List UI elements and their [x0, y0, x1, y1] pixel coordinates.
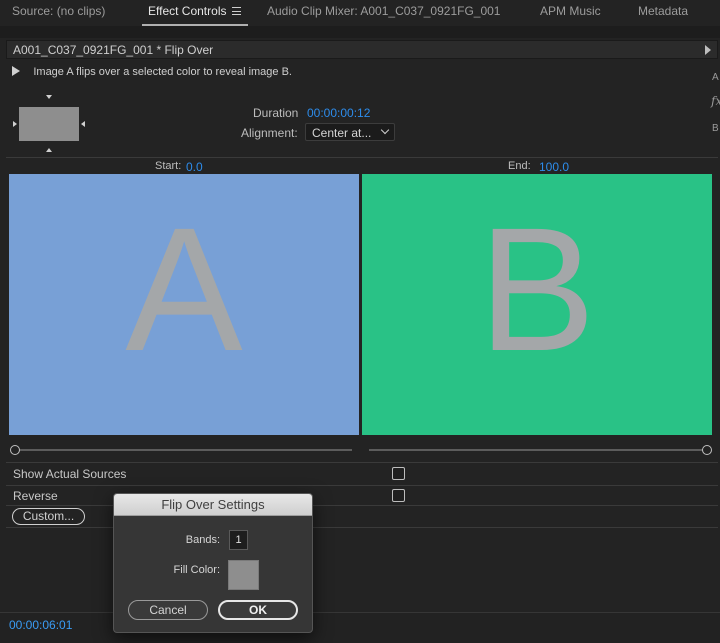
effect-description: Image A flips over a selected color to r… — [33, 66, 292, 78]
bands-input[interactable]: 1 — [229, 530, 248, 550]
duration-value[interactable]: 00:00:00:12 — [307, 106, 370, 120]
ok-button[interactable]: OK — [218, 600, 298, 620]
preview-start-image: A — [9, 174, 359, 435]
timeline-footer: 00:00:06:01 — [0, 612, 720, 643]
side-label-a: A — [712, 72, 719, 83]
current-timecode[interactable]: 00:00:06:01 — [9, 618, 72, 632]
active-tab-indicator — [142, 24, 248, 26]
show-actual-sources-checkbox[interactable] — [392, 467, 405, 480]
preview-end-image: B — [362, 174, 712, 435]
preview-a-letter: A — [125, 192, 243, 388]
panel-tab-bar: Source: (no clips) Effect Controls Audio… — [0, 0, 720, 26]
effect-description-row: Image A flips over a selected color to r… — [12, 64, 292, 78]
reverse-label: Reverse — [13, 489, 58, 503]
edge-selector-thumbnail — [19, 107, 79, 141]
panel-menu-icon[interactable] — [232, 6, 242, 15]
bands-label: Bands: — [185, 534, 220, 546]
tab-source[interactable]: Source: (no clips) — [12, 4, 105, 18]
clip-effect-title: A001_C037_0921FG_001 * Flip Over — [13, 43, 214, 57]
tab-audio-clip-mixer[interactable]: Audio Clip Mixer: A001_C037_0921FG_001 — [267, 4, 500, 18]
show-actual-sources-label: Show Actual Sources — [13, 467, 127, 481]
tab-apm-music[interactable]: APM Music — [540, 4, 601, 18]
expand-arrow-icon[interactable] — [705, 45, 711, 55]
tab-effect-controls[interactable]: Effect Controls — [148, 4, 242, 18]
fill-color-swatch[interactable] — [228, 560, 259, 590]
end-slider-track[interactable] — [369, 449, 703, 451]
start-value[interactable]: 0.0 — [186, 160, 203, 174]
reverse-checkbox[interactable] — [392, 489, 405, 502]
edge-selector-left-icon[interactable] — [13, 121, 17, 127]
fill-color-label: Fill Color: — [173, 564, 220, 576]
alignment-label: Alignment: — [241, 126, 298, 140]
divider — [6, 157, 718, 158]
cancel-button[interactable]: Cancel — [128, 600, 208, 620]
divider — [6, 462, 718, 463]
duration-label: Duration — [253, 106, 299, 120]
start-slider-handle[interactable] — [10, 445, 20, 455]
clip-effect-header: A001_C037_0921FG_001 * Flip Over — [6, 40, 718, 59]
edge-selector-bottom-icon[interactable] — [46, 148, 52, 152]
dialog-title: Flip Over Settings — [114, 494, 312, 516]
flip-over-settings-dialog: Flip Over Settings Bands: 1 Fill Color: … — [113, 493, 313, 633]
start-slider-track[interactable] — [18, 449, 352, 451]
end-label: End: — [508, 160, 531, 172]
end-value[interactable]: 100.0 — [539, 160, 569, 174]
play-preview-icon[interactable] — [12, 65, 20, 76]
chevron-down-icon — [380, 125, 390, 135]
preview-b-letter: B — [478, 192, 596, 388]
tab-effect-controls-label: Effect Controls — [148, 4, 227, 18]
start-label: Start: — [155, 160, 182, 172]
edge-selector-right-icon[interactable] — [81, 121, 85, 127]
divider — [6, 485, 718, 486]
alignment-select-value: Center at... — [312, 126, 372, 140]
tab-metadata[interactable]: Metadata — [638, 4, 688, 18]
custom-button[interactable]: Custom... — [12, 508, 85, 525]
side-label-b: B — [712, 123, 719, 134]
alignment-select[interactable]: Center at... — [305, 123, 395, 141]
fx-icon: fx — [711, 94, 720, 108]
end-slider-handle[interactable] — [702, 445, 712, 455]
edge-selector-top-icon[interactable] — [46, 95, 52, 99]
